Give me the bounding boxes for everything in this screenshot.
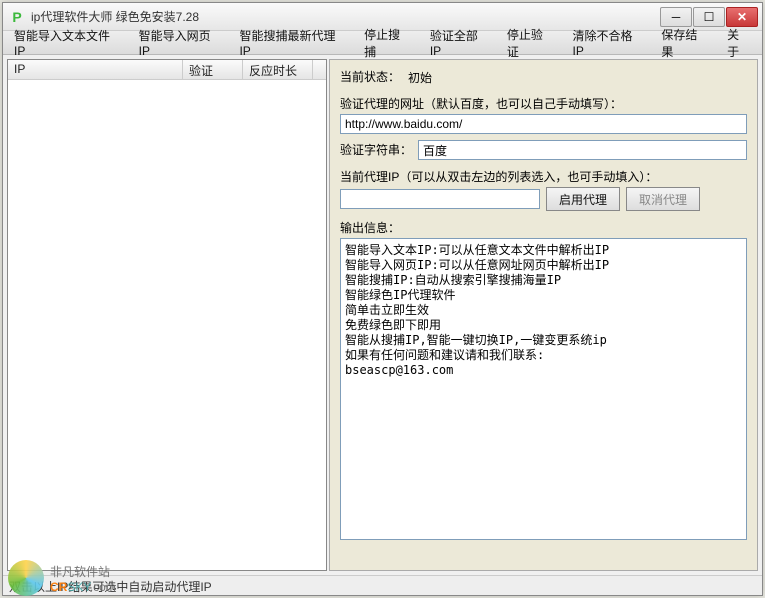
right-panel: 当前状态： 初始 验证代理的网址（默认百度，也可以自己手动填写）： 验证字符串：… [329,59,758,571]
window-title: ip代理软件大师 绿色免安装7.28 [31,8,659,25]
close-button[interactable]: ✕ [726,7,758,27]
cancel-proxy-button[interactable]: 取消代理 [626,187,700,211]
output-label: 输出信息： [340,219,747,236]
menubar: 智能导入文本文件IP 智能导入网页IP 智能搜捕最新代理IP 停止搜捕 验证全部… [3,31,762,55]
verify-url-input[interactable] [340,114,747,134]
menu-search[interactable]: 智能搜捕最新代理IP [230,31,355,54]
statusbar: 双击以上IP结果可选中自动启动代理IP [3,575,762,595]
enable-proxy-button[interactable]: 启用代理 [546,187,620,211]
col-latency[interactable]: 反应时长 [243,60,313,79]
app-icon: P [9,9,25,25]
menu-verify-all[interactable]: 验证全部IP [421,31,498,54]
app-window: P ip代理软件大师 绿色免安装7.28 ─ ☐ ✕ 智能导入文本文件IP 智能… [2,2,763,596]
window-controls: ─ ☐ ✕ [659,7,758,27]
listview-header: IP 验证 反应时长 [8,60,326,80]
menu-about[interactable]: 关于 [718,31,760,54]
ip-listview[interactable]: IP 验证 反应时长 [7,59,327,571]
status-label: 当前状态： [340,68,400,85]
menu-import-web[interactable]: 智能导入网页IP [130,31,231,54]
output-textarea[interactable]: 智能导入文本IP:可以从任意文本文件中解析出IP 智能导入网页IP:可以从任意网… [340,238,747,540]
left-panel: IP 验证 反应时长 [7,59,327,571]
proxy-label: 当前代理IP（可以从双击左边的列表选入，也可手动填入）： [340,168,747,185]
proxy-input[interactable] [340,189,540,209]
menu-clear-bad[interactable]: 清除不合格IP [564,31,653,54]
col-ip[interactable]: IP [8,60,183,79]
status-value: 初始 [408,69,432,86]
minimize-button[interactable]: ─ [660,7,692,27]
maximize-button[interactable]: ☐ [693,7,725,27]
verify-string-input[interactable] [418,140,747,160]
menu-import-text[interactable]: 智能导入文本文件IP [5,31,130,54]
verify-string-label: 验证字符串： [340,141,412,158]
main-area: IP 验证 反应时长 当前状态： 初始 验证代理的网址（默认百度，也可以自己手动… [3,55,762,575]
col-verify[interactable]: 验证 [183,60,243,79]
verify-url-label: 验证代理的网址（默认百度，也可以自己手动填写）： [340,95,747,112]
menu-stop-search[interactable]: 停止搜捕 [355,31,421,54]
menu-save[interactable]: 保存结果 [652,31,718,54]
menu-stop-verify[interactable]: 停止验证 [498,31,564,54]
